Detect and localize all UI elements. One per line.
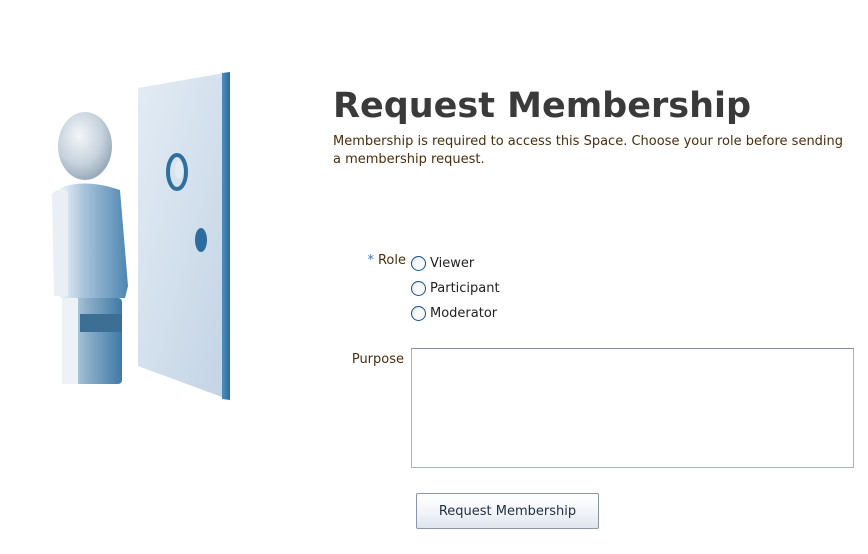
radio-label-participant[interactable]: Participant [430, 281, 500, 296]
role-option-participant[interactable]: Participant [411, 276, 500, 301]
person-at-door-icon [52, 72, 230, 400]
role-label-text: Role [377, 253, 406, 268]
request-membership-page: Request Membership Membership is require… [0, 0, 868, 554]
radio-participant[interactable] [411, 281, 426, 296]
role-label: * Role [367, 252, 406, 270]
role-radio-group: Viewer Participant Moderator [411, 251, 500, 326]
request-membership-button[interactable]: Request Membership [416, 493, 599, 529]
purpose-textarea[interactable] [411, 348, 854, 468]
radio-label-viewer[interactable]: Viewer [430, 256, 474, 271]
required-mark: * [367, 253, 374, 268]
radio-viewer[interactable] [411, 256, 426, 271]
page-title: Request Membership [333, 86, 752, 126]
role-option-moderator[interactable]: Moderator [411, 301, 500, 326]
purpose-label: Purpose [351, 352, 404, 367]
intro-text: Membership is required to access this Sp… [333, 134, 844, 167]
role-option-viewer[interactable]: Viewer [411, 251, 500, 276]
radio-moderator[interactable] [411, 306, 426, 321]
radio-label-moderator[interactable]: Moderator [430, 306, 497, 321]
